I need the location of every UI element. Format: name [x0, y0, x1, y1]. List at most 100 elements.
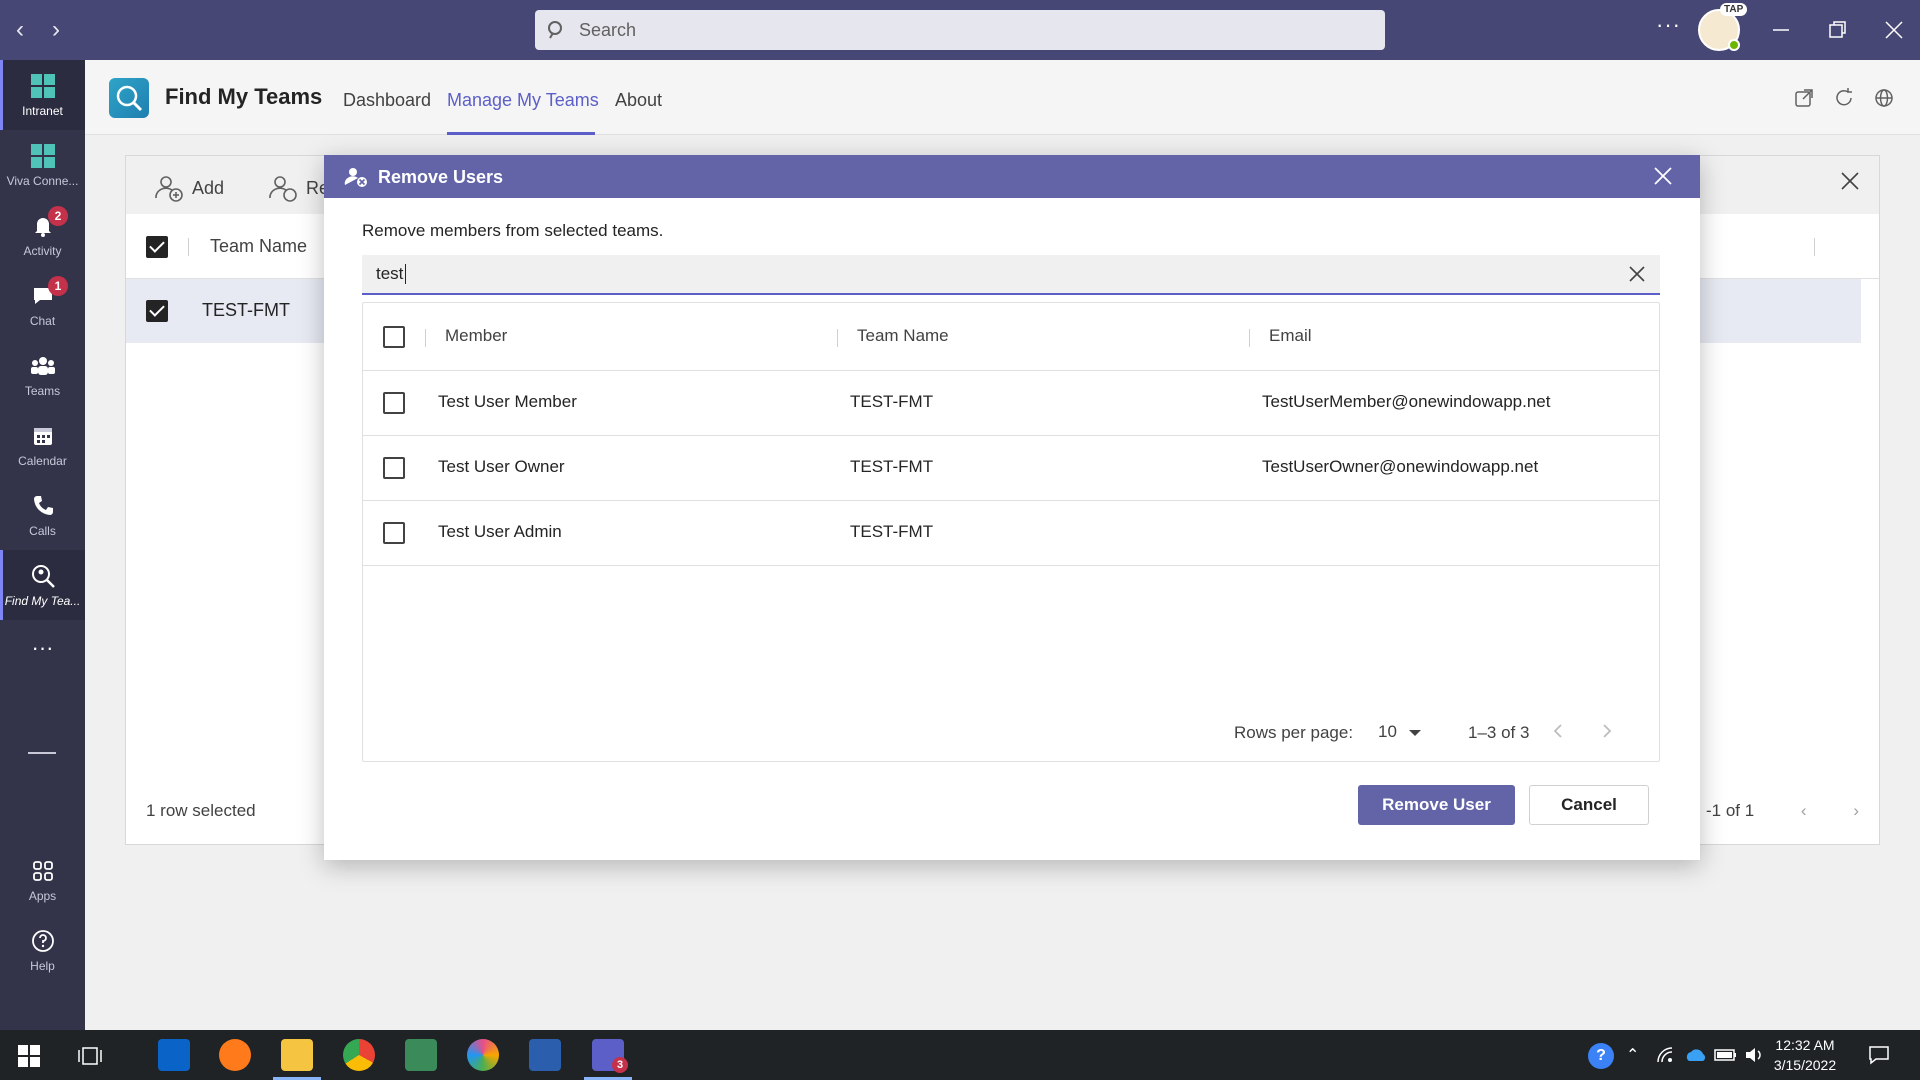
rail-divider: [28, 752, 56, 754]
teams-taskbar-icon[interactable]: 3: [584, 1039, 632, 1080]
add-user-icon: [155, 176, 183, 202]
row-team-name: TEST-FMT: [202, 300, 290, 320]
firefox-icon[interactable]: [219, 1039, 251, 1071]
table-row[interactable]: Test User Owner TEST-FMT TestUserOwner@o…: [363, 436, 1659, 501]
select-all-checkbox[interactable]: [383, 326, 405, 348]
avatar[interactable]: TAP: [1698, 3, 1748, 51]
notification-center-icon[interactable]: [1868, 1045, 1890, 1065]
rail-item-viva-connections[interactable]: Viva Conne...: [0, 130, 85, 200]
chevron-down-icon[interactable]: [1409, 730, 1421, 736]
rail-label: Apps: [28, 889, 57, 903]
prev-page-icon[interactable]: ‹: [1801, 801, 1807, 820]
forward-arrow-icon[interactable]: ›: [52, 16, 60, 44]
cancel-button[interactable]: Cancel: [1529, 785, 1649, 825]
word-icon[interactable]: [529, 1039, 561, 1071]
chat-badge: 1: [48, 276, 68, 296]
chrome-icon[interactable]: [343, 1039, 375, 1071]
table-row[interactable]: Test User Member TEST-FMT TestUserMember…: [363, 371, 1659, 436]
rail-item-calls[interactable]: Calls: [0, 480, 85, 550]
windows-taskbar: 3 ? ⌃ 12:32 AM 3/15/2022: [0, 1030, 1920, 1080]
close-icon[interactable]: [1654, 167, 1672, 185]
photo-app-icon[interactable]: [467, 1039, 499, 1071]
prev-page-icon[interactable]: [1548, 721, 1568, 741]
table-row[interactable]: Test User Admin TEST-FMT: [363, 501, 1659, 566]
calendar-icon: [29, 422, 57, 450]
rail-item-find-my-teams[interactable]: Find My Tea...: [0, 550, 85, 620]
selection-status: 1 row selected: [146, 801, 256, 820]
chevron-up-icon[interactable]: ⌃: [1626, 1045, 1639, 1065]
photos-icon[interactable]: [405, 1039, 437, 1071]
title-bar: ‹ › Search ··· TAP: [0, 0, 1920, 60]
rail-item-apps[interactable]: Apps: [0, 845, 85, 915]
rail-label: Help: [30, 959, 55, 973]
column-email[interactable]: Email: [1269, 326, 1312, 346]
row-checkbox[interactable]: [383, 522, 405, 544]
rows-per-page-select[interactable]: 10: [1378, 722, 1397, 742]
text-caret: [405, 264, 407, 284]
tab-about[interactable]: About: [615, 90, 662, 111]
search-input[interactable]: Search: [535, 10, 1385, 50]
pop-out-icon[interactable]: [1793, 87, 1815, 109]
system-clock[interactable]: 12:32 AM 3/15/2022: [1760, 1035, 1850, 1075]
member-search-input[interactable]: test: [362, 255, 1660, 295]
more-options-icon[interactable]: ···: [1656, 12, 1681, 38]
help-icon: [29, 927, 57, 955]
onedrive-cloud-icon[interactable]: [1684, 1047, 1708, 1063]
rail-label: Intranet: [22, 104, 63, 118]
rail-item-chat[interactable]: 1 Chat: [0, 270, 85, 340]
row-checkbox[interactable]: [146, 300, 168, 322]
file-explorer-icon[interactable]: [273, 1039, 321, 1080]
members-table: Member Team Name Email Test User Member …: [362, 302, 1660, 762]
active-tab-indicator: [447, 132, 595, 135]
member-email: TestUserMember@onewindowapp.net: [1262, 392, 1551, 411]
tab-manage-my-teams[interactable]: Manage My Teams: [447, 90, 599, 111]
rail-label: Viva Conne...: [6, 174, 79, 188]
rail-item-more[interactable]: ···: [0, 620, 85, 676]
rail-label: Find My Tea...: [4, 594, 81, 608]
rail-label: Calls: [29, 524, 56, 538]
remove-button[interactable]: Re: [268, 174, 329, 202]
close-icon[interactable]: [1841, 172, 1859, 190]
pagination-range: -1 of 1: [1705, 801, 1755, 820]
row-checkbox[interactable]: [383, 392, 405, 414]
activity-badge: 2: [48, 206, 68, 226]
task-view-icon[interactable]: [78, 1045, 102, 1067]
column-separator: [1249, 329, 1250, 347]
rail-label: Chat: [29, 314, 56, 328]
outlook-icon[interactable]: [158, 1039, 190, 1071]
clock-date: 3/15/2022: [1773, 1057, 1837, 1073]
network-icon[interactable]: [1656, 1046, 1676, 1064]
rail-item-intranet[interactable]: Intranet: [0, 60, 85, 130]
rail-item-calendar[interactable]: Calendar: [0, 410, 85, 480]
select-all-checkbox[interactable]: [146, 236, 168, 258]
team-name: TEST-FMT: [850, 457, 934, 476]
help-tray-icon[interactable]: ?: [1588, 1043, 1614, 1069]
rail-item-activity[interactable]: 2 Activity: [0, 200, 85, 270]
close-window-icon[interactable]: [1884, 20, 1904, 40]
clear-search-icon[interactable]: [1628, 265, 1646, 283]
globe-icon[interactable]: [1873, 87, 1895, 109]
add-button[interactable]: Add: [154, 174, 224, 202]
column-team-name[interactable]: Team Name: [857, 326, 949, 346]
remove-user-icon: [344, 168, 367, 187]
left-rail: Intranet Viva Conne... 2 Activity 1 Chat…: [0, 60, 85, 1080]
column-member[interactable]: Member: [445, 326, 507, 346]
panel-pagination: -1 of 1 ‹ ›: [1706, 801, 1859, 821]
tab-dashboard[interactable]: Dashboard: [343, 90, 431, 111]
next-page-icon[interactable]: ›: [1853, 801, 1859, 820]
windows-start-icon[interactable]: [18, 1045, 40, 1067]
app-title: Find My Teams: [165, 84, 323, 109]
next-page-icon[interactable]: [1597, 721, 1617, 741]
rail-item-help[interactable]: Help: [0, 915, 85, 985]
refresh-icon[interactable]: [1833, 87, 1855, 109]
apps-icon: [29, 857, 57, 885]
battery-icon[interactable]: [1714, 1048, 1738, 1062]
column-team-name[interactable]: Team Name: [210, 236, 307, 257]
row-checkbox[interactable]: [383, 457, 405, 479]
remove-user-button[interactable]: Remove User: [1358, 785, 1515, 825]
dialog-title: Remove Users: [378, 167, 504, 187]
minimize-icon[interactable]: [1772, 24, 1790, 36]
restore-icon[interactable]: [1828, 20, 1848, 40]
back-arrow-icon[interactable]: ‹: [16, 16, 24, 44]
rail-item-teams[interactable]: Teams: [0, 340, 85, 410]
